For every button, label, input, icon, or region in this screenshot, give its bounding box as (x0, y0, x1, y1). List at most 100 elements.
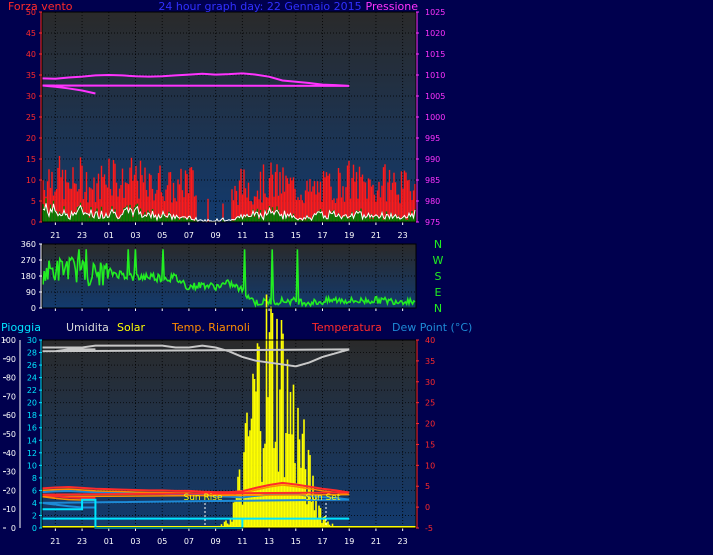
rain-y-tick-label: 4 (32, 499, 37, 508)
compass-label: N (434, 238, 442, 251)
rain-y-tick-label: 18 (27, 411, 37, 420)
x-tick-label: 17 (317, 537, 327, 546)
humidity-y-tick-label: 100 (1, 336, 16, 345)
x-tick-label: 21 (50, 537, 60, 546)
x-tick-label: 17 (317, 231, 327, 240)
x-tick-label: 03 (130, 231, 140, 240)
compass-label: S (435, 270, 442, 283)
x-tick-label: 13 (264, 537, 274, 546)
humidity-y-tick-label: 80 (6, 374, 16, 383)
x-tick-label: 23 (398, 231, 408, 240)
x-tick-label: 19 (344, 231, 354, 240)
sunset-label: Sun Set (306, 493, 341, 503)
humidity-y-tick-label: 30 (6, 468, 16, 477)
wind-legend: Forza vento (8, 0, 73, 13)
wind-y-tick-label: 5 (31, 197, 36, 206)
pressure-y-tick-label: 1000 (425, 113, 445, 122)
compass-label: W (433, 254, 444, 267)
humidity-y-tick-label: 40 (6, 449, 16, 458)
wind-y-tick-label: 45 (26, 29, 36, 38)
wind-y-tick-label: 25 (26, 113, 36, 122)
wind-y-tick-label: 30 (26, 92, 36, 101)
wind-y-tick-label: 15 (26, 155, 36, 164)
temp-y-tick-label: -5 (425, 524, 433, 533)
humidity-y-tick-label: 70 (6, 392, 16, 401)
compass-label: E (435, 286, 442, 299)
x-tick-label: 21 (50, 231, 60, 240)
pressure-y-tick-label: 1015 (425, 50, 445, 59)
weather-graph: 21 23 01 03 05 07 09 11 13 15 17 19 21 2321 23 01 03 05 07… (1, 0, 473, 546)
x-tick-label: 21 (371, 537, 381, 546)
direction-y-tick-label: 90 (26, 288, 36, 297)
direction-y-tick-label: 270 (21, 256, 36, 265)
humidity-legend: Umidita (66, 321, 109, 334)
x-tick-label: 13 (264, 231, 274, 240)
pressure-y-tick-label: 980 (425, 197, 440, 206)
x-tick-label: 05 (157, 537, 167, 546)
x-tick-label: 15 (291, 537, 301, 546)
temp-y-tick-label: 35 (425, 357, 435, 366)
x-tick-label: 11 (237, 231, 247, 240)
rain-y-tick-label: 12 (27, 449, 37, 458)
rain-y-tick-label: 16 (27, 424, 37, 433)
rain-y-tick-label: 14 (27, 436, 37, 445)
x-tick-label: 01 (104, 537, 114, 546)
wind-y-tick-label: 35 (26, 71, 36, 80)
graph-title: 24 hour graph day: 22 Gennaio 2015 (158, 0, 361, 13)
direction-y-tick-label: 180 (21, 272, 36, 281)
wind-y-tick-label: 20 (26, 134, 36, 143)
humidity-y-tick-label: 10 (6, 505, 16, 514)
pressure-y-tick-label: 985 (425, 176, 440, 185)
temp-y-tick-label: 10 (425, 461, 435, 470)
pressure-legend: Pressione (366, 0, 419, 13)
x-tick-label: 07 (184, 231, 194, 240)
x-tick-label: 15 (291, 231, 301, 240)
temperature-legend: Temperatura (311, 321, 382, 334)
windchill-legend: Temp. Riarnoli (171, 321, 250, 334)
pressure-y-tick-label: 995 (425, 134, 440, 143)
x-tick-label: 21 (371, 231, 381, 240)
rain-y-tick-label: 26 (27, 361, 37, 370)
temp-y-tick-label: 0 (425, 503, 430, 512)
wind-y-tick-label: 40 (26, 50, 36, 59)
pressure-y-tick-label: 1005 (425, 92, 445, 101)
rain-y-tick-label: 0 (32, 524, 37, 533)
wind-y-tick-label: 10 (26, 176, 36, 185)
rain-y-tick-label: 24 (27, 374, 37, 383)
x-tick-label: 07 (184, 537, 194, 546)
humidity-y-tick-label: 60 (6, 411, 16, 420)
x-tick-label: 23 (398, 537, 408, 546)
temp-y-tick-label: 40 (425, 336, 435, 345)
rain-y-tick-label: 10 (27, 461, 37, 470)
rain-y-tick-label: 28 (27, 349, 37, 358)
rain-legend: Pioggia (1, 321, 41, 334)
rain-y-tick-label: 20 (27, 399, 37, 408)
sunrise-label: Sun Rise (184, 493, 223, 503)
dewpoint-legend: Dew Point (°C) (392, 321, 472, 334)
pressure-y-tick-label: 1020 (425, 29, 445, 38)
pressure-y-tick-label: 1010 (425, 71, 445, 80)
humidity-y-tick-label: 0 (11, 524, 16, 533)
x-tick-label: 19 (344, 537, 354, 546)
rain-y-tick-label: 6 (32, 486, 37, 495)
rain-y-tick-label: 22 (27, 386, 37, 395)
humidity-y-tick-label: 20 (6, 486, 16, 495)
pressure-y-tick-label: 975 (425, 218, 440, 227)
x-tick-label: 01 (104, 231, 114, 240)
humidity-y-tick-label: 90 (6, 355, 16, 364)
pressure-y-tick-label: 1025 (425, 8, 445, 17)
wind-y-tick-label: 0 (31, 218, 36, 227)
temp-plot-area (42, 340, 416, 528)
rain-y-tick-label: 30 (27, 336, 37, 345)
rain-y-tick-label: 8 (32, 474, 37, 483)
solar-legend: Solar (117, 321, 146, 334)
x-tick-label: 09 (211, 537, 221, 546)
direction-y-tick-label: 360 (21, 240, 36, 249)
temp-y-tick-label: 15 (425, 440, 435, 449)
x-tick-label: 23 (77, 231, 87, 240)
temp-y-tick-label: 30 (425, 378, 435, 387)
direction-y-tick-label: 0 (31, 304, 36, 313)
compass-label: N (434, 302, 442, 315)
pressure-y-tick-label: 990 (425, 155, 440, 164)
x-tick-label: 23 (77, 537, 87, 546)
